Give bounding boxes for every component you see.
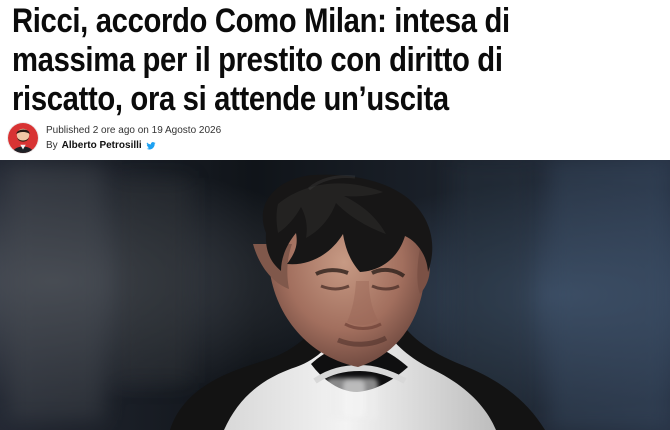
article-headline: Ricci, accordo Como Milan: intesa di mas…	[12, 2, 569, 119]
player-photo	[0, 160, 670, 430]
article-meta: Published 2 ore ago on 19 Agosto 2026 By…	[46, 125, 221, 152]
author-avatar[interactable]	[8, 123, 38, 153]
published-on-label: on	[137, 124, 149, 136]
published-relative-time: 2 ore ago	[92, 124, 135, 136]
by-prefix: By	[46, 139, 58, 151]
headline-line-1: Ricci, accordo Como Milan: intesa di	[12, 2, 510, 40]
twitter-icon[interactable]	[146, 141, 156, 151]
author-name[interactable]: Alberto Petrosilli	[62, 140, 142, 152]
published-line: Published 2 ore ago on 19 Agosto 2026	[46, 125, 221, 137]
author-avatar-image	[8, 123, 38, 153]
published-date: 19 Agosto 2026	[151, 124, 222, 136]
author-line: By Alberto Petrosilli	[46, 140, 221, 152]
twitter-icon-graphic	[146, 141, 156, 150]
headline-line-3: riscatto, ora si attende un’uscita	[12, 80, 449, 118]
published-prefix: Published	[46, 124, 90, 136]
headline-line-2: massima per il prestito con diritto di	[12, 41, 503, 79]
hero-image	[0, 160, 670, 430]
article-header: Ricci, accordo Como Milan: intesa di mas…	[0, 0, 670, 160]
article-byline: Published 2 ore ago on 19 Agosto 2026 By…	[8, 121, 221, 155]
